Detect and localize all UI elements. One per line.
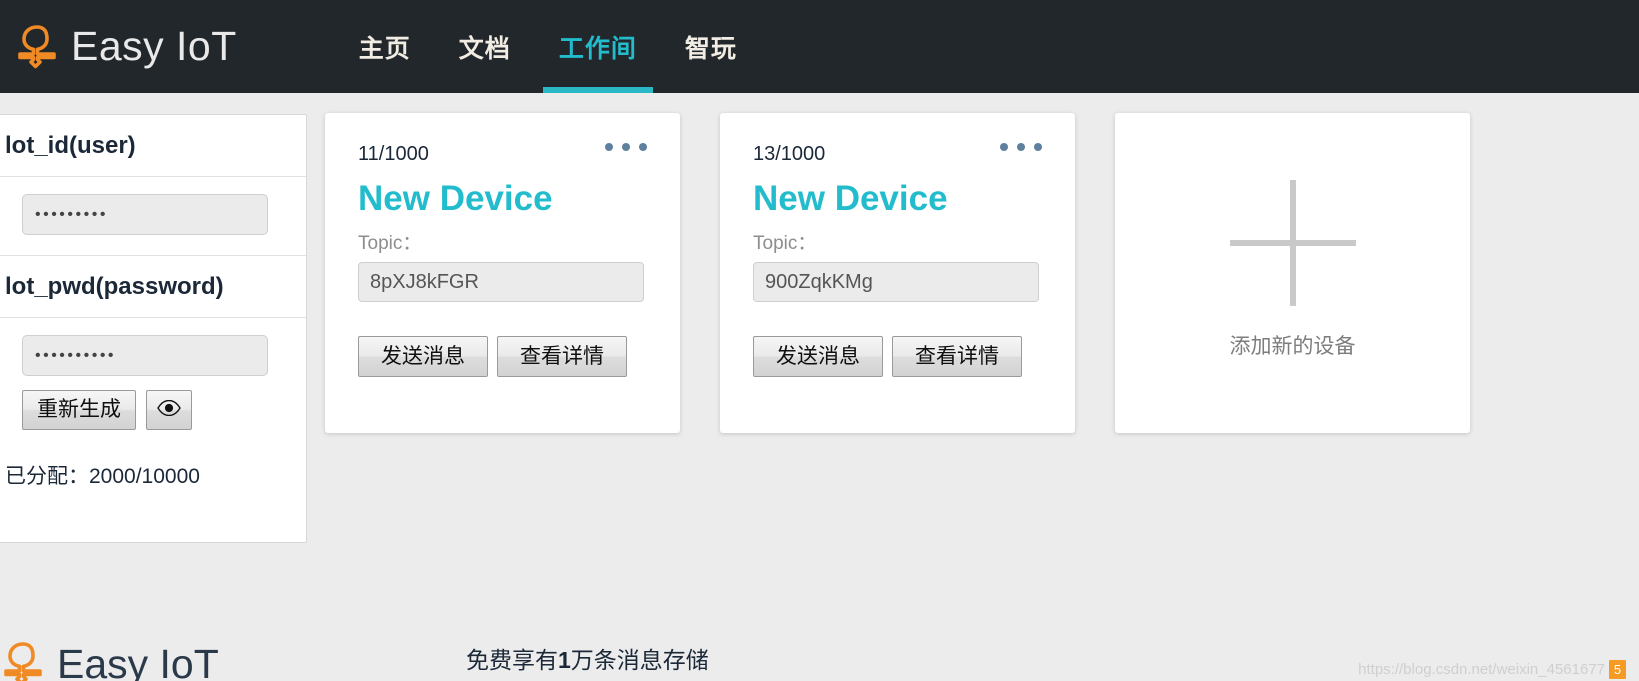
footer-note: 免费享有1万条消息存储 <box>466 641 709 675</box>
quota-text: 已分配：2000/10000 <box>5 465 200 488</box>
nav-item-play[interactable]: 智玩 <box>661 0 761 93</box>
nav-items: 主页 文档 工作间 智玩 <box>335 0 761 93</box>
message-count: 11/1000 <box>358 143 429 165</box>
brand-name: Easy IoT <box>71 23 237 69</box>
user-label-row: lot_id(user) <box>0 115 306 177</box>
message-count: 13/1000 <box>753 143 826 165</box>
topic-input[interactable]: 900ZqkKMg <box>753 262 1039 302</box>
eye-icon <box>157 397 181 422</box>
user-id-input[interactable]: ••••••••• <box>22 194 268 235</box>
user-input-row: ••••••••• <box>0 177 306 256</box>
plus-icon <box>1229 180 1356 306</box>
tree-cloud-icon <box>14 23 60 71</box>
watermark: https://blog.csdn.net/weixin_4561677 5 <box>1358 660 1626 679</box>
device-card-actions: 发送消息 查看详情 <box>358 336 647 378</box>
footer: Easy IoT 免费享有1万条消息存储 https://blog.csdn.n… <box>0 600 1639 681</box>
footer-note-suffix: 万条消息存储 <box>570 647 709 673</box>
toggle-password-visibility-button[interactable] <box>146 390 192 430</box>
view-details-button[interactable]: 查看详情 <box>497 336 627 378</box>
nav-item-home[interactable]: 主页 <box>335 0 435 93</box>
view-details-button[interactable]: 查看详情 <box>892 336 1022 378</box>
device-card-actions: 发送消息 查看详情 <box>753 336 1042 378</box>
footer-brand-name: Easy IoT <box>57 640 219 681</box>
top-navigation-bar: Easy IoT 主页 文档 工作间 智玩 <box>0 0 1639 93</box>
user-label: lot_id(user) <box>5 132 136 159</box>
password-label-row: lot_pwd(password) <box>0 256 306 318</box>
password-input-row: •••••••••• <box>0 318 306 388</box>
quota-row: 已分配：2000/10000 <box>0 430 306 542</box>
watermark-url: https://blog.csdn.net/weixin_4561677 <box>1358 661 1605 678</box>
ellipsis-icon[interactable] <box>1000 141 1042 151</box>
send-message-button[interactable]: 发送消息 <box>358 336 488 378</box>
nav-item-workspace[interactable]: 工作间 <box>535 0 661 93</box>
password-actions: 重新生成 <box>0 390 306 430</box>
credentials-panel: lot_id(user) ••••••••• lot_pwd(password)… <box>0 114 307 543</box>
regenerate-button[interactable]: 重新生成 <box>22 390 136 430</box>
add-device-card[interactable]: 添加新的设备 <box>1115 113 1470 433</box>
password-input[interactable]: •••••••••• <box>22 335 268 376</box>
send-message-button[interactable]: 发送消息 <box>753 336 883 378</box>
footer-note-prefix: 免费享有 <box>466 647 558 673</box>
watermark-badge: 5 <box>1609 660 1626 679</box>
topic-label: Topic： <box>753 233 817 254</box>
topic-input[interactable]: 8pXJ8kFGR <box>358 262 644 302</box>
device-card-header: 13/1000 <box>753 141 1042 164</box>
device-name: New Device <box>358 179 553 218</box>
ellipsis-icon[interactable] <box>605 141 647 151</box>
device-card-list: 11/1000 New Device Topic： 8pXJ8kFGR 发送消息… <box>325 113 1470 433</box>
footer-note-number: 1 <box>558 647 571 673</box>
footer-brand-group[interactable]: Easy IoT <box>0 640 219 681</box>
device-card[interactable]: 13/1000 New Device Topic： 900ZqkKMg 发送消息… <box>720 113 1075 433</box>
brand-logo-group[interactable]: Easy IoT <box>0 0 237 93</box>
tree-cloud-icon <box>0 640 46 681</box>
nav-item-docs[interactable]: 文档 <box>435 0 535 93</box>
password-label: lot_pwd(password) <box>5 273 224 300</box>
device-name: New Device <box>753 179 948 218</box>
add-device-label: 添加新的设备 <box>1229 335 1356 358</box>
topic-label: Topic： <box>358 233 422 254</box>
device-card[interactable]: 11/1000 New Device Topic： 8pXJ8kFGR 发送消息… <box>325 113 680 433</box>
device-card-header: 11/1000 <box>358 141 647 164</box>
